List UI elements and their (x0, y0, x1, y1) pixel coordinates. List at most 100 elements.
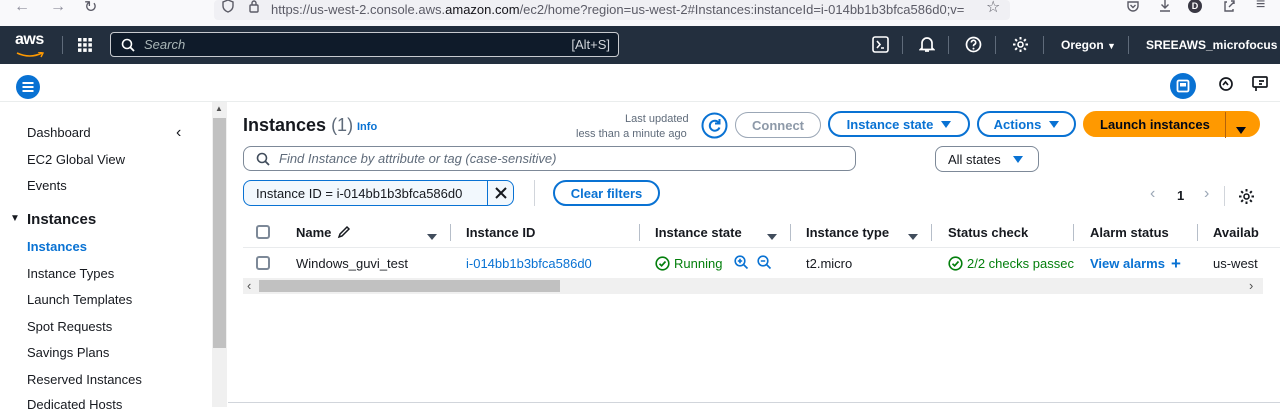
add-alarm-icon[interactable]: + (1171, 254, 1181, 274)
edit-pencil-icon[interactable] (337, 225, 351, 239)
lock-icon[interactable] (247, 0, 261, 13)
table-horizontal-scrollbar[interactable]: ‹ › (243, 278, 1263, 294)
ec2-side-navigation: Dashboard ‹ EC2 Global View Events ▼ Ins… (0, 102, 228, 412)
account-label: SREEAWS_microfocus (1146, 38, 1278, 52)
column-header-instance-state[interactable]: Instance state (655, 225, 742, 240)
find-instance-input[interactable]: Find Instance by attribute or tag (case-… (243, 146, 856, 171)
actions-button[interactable]: Actions (977, 111, 1076, 137)
bookmark-star-icon[interactable]: ☆ (986, 0, 1000, 17)
connect-label: Connect (752, 117, 804, 133)
current-page-number[interactable]: 1 (1177, 188, 1184, 203)
instance-count: (1) (331, 115, 354, 135)
caret-down-icon (941, 120, 952, 128)
column-name-label: Name (296, 225, 332, 240)
aws-smile-logo (16, 52, 44, 58)
zoom-out-icon[interactable] (757, 255, 772, 270)
caret-down-icon: ▼ (1107, 41, 1116, 51)
cloudshell-icon[interactable] (872, 36, 889, 53)
all-states-select[interactable]: All states (935, 146, 1039, 172)
search-input[interactable]: Search [Alt+S] (110, 32, 619, 57)
sidebar-scrollbar[interactable]: ▲ (212, 102, 227, 407)
launch-dropdown-caret-icon[interactable] (1236, 121, 1246, 139)
info-link[interactable]: Info (357, 121, 377, 133)
launch-instances-button[interactable]: Launch instances (1083, 111, 1260, 137)
reload-icon[interactable]: ↻ (84, 0, 97, 17)
search-icon (121, 38, 135, 52)
scroll-up-arrow-icon[interactable]: ▲ (215, 104, 223, 113)
sidebar-item-global-view[interactable]: EC2 Global View (27, 152, 125, 167)
column-header-status-check[interactable]: Status check (948, 225, 1028, 240)
feedback-icon[interactable] (1252, 75, 1270, 93)
side-nav-toggle-icon[interactable] (15, 74, 41, 100)
collapse-chevron-icon[interactable]: ‹ (176, 124, 181, 142)
table-preferences-gear-icon[interactable] (1238, 188, 1255, 205)
services-grid-icon[interactable] (77, 37, 93, 53)
column-header-alarm-status[interactable]: Alarm status (1090, 225, 1169, 240)
share-icon[interactable] (1222, 0, 1236, 13)
sidebar-item-instances[interactable]: Instances (27, 239, 87, 254)
back-icon[interactable]: ← (14, 0, 30, 16)
sidebar-item-spot-requests[interactable]: Spot Requests (27, 319, 112, 334)
sidebar-item-dashboard[interactable]: Dashboard (27, 125, 91, 140)
previous-page-icon[interactable]: ‹ (1150, 185, 1155, 203)
forward-icon[interactable]: → (50, 0, 66, 16)
sort-caret-icon[interactable] (908, 227, 918, 245)
column-header-instance-type[interactable]: Instance type (806, 225, 889, 240)
all-states-label: All states (948, 152, 1001, 167)
sidebar-item-launch-templates[interactable]: Launch Templates (27, 292, 132, 307)
sidebar-item-instance-types[interactable]: Instance Types (27, 266, 114, 281)
tools-panel-icon[interactable] (1169, 72, 1197, 100)
clear-filters-button[interactable]: Clear filters (553, 180, 660, 206)
instance-state-value: Running (674, 256, 723, 271)
recent-activity-icon[interactable] (1218, 76, 1234, 92)
aws-logo[interactable]: aws (15, 31, 44, 49)
search-placeholder: Search (144, 37, 186, 52)
instance-id-link[interactable]: i-014bb1b3bfca586d0 (466, 256, 592, 271)
sidebar-item-reserved-instances[interactable]: Reserved Instances (27, 372, 142, 387)
filter-divider (534, 180, 535, 206)
scroll-left-arrow-icon[interactable]: ‹ (247, 278, 251, 293)
status-check-icon (948, 256, 963, 271)
sidebar-item-events[interactable]: Events (27, 178, 67, 193)
column-header-name[interactable]: Name (296, 225, 331, 240)
row-select-checkbox[interactable] (256, 256, 270, 270)
split-panel-divider (228, 402, 1280, 403)
instance-state-button[interactable]: Instance state (828, 111, 970, 137)
search-icon (256, 152, 270, 166)
page-title-text: Instances (243, 115, 327, 135)
notifications-bell-icon[interactable] (919, 36, 935, 53)
expand-caret-icon[interactable]: ▼ (10, 213, 20, 224)
remove-filter-icon[interactable] (492, 184, 510, 202)
view-alarms-link[interactable]: View alarms (1090, 256, 1165, 271)
next-page-icon[interactable]: › (1204, 185, 1209, 203)
menu-icon[interactable]: ≡ (1256, 0, 1265, 14)
column-header-instance-id[interactable]: Instance ID (466, 225, 535, 240)
settings-gear-icon[interactable] (1012, 36, 1029, 53)
sidebar-section-instances[interactable]: Instances (27, 211, 96, 228)
column-header-availability-zone[interactable]: Availab (1213, 225, 1259, 240)
zoom-in-icon[interactable] (734, 255, 749, 270)
connect-button[interactable]: Connect (735, 112, 821, 138)
account-menu[interactable]: SREEAWS_microfocus ▼ (1146, 38, 1280, 52)
sidebar-scroll-thumb[interactable] (213, 118, 226, 348)
download-icon[interactable] (1158, 0, 1172, 13)
shield-icon[interactable] (221, 0, 235, 13)
pocket-icon[interactable] (1126, 0, 1140, 13)
refresh-icon[interactable] (701, 112, 728, 139)
help-icon[interactable] (965, 36, 982, 53)
sort-caret-icon[interactable] (767, 227, 777, 245)
region-selector[interactable]: Oregon ▼ (1061, 38, 1116, 52)
caret-down-icon (1049, 120, 1060, 128)
sidebar-item-savings-plans[interactable]: Savings Plans (27, 345, 109, 360)
select-all-checkbox[interactable] (256, 225, 270, 239)
filter-token: Instance ID = i-014bb1b3bfca586d0 (243, 180, 514, 206)
actions-label: Actions (993, 116, 1042, 132)
scroll-right-arrow-icon[interactable]: › (1249, 278, 1253, 293)
region-label: Oregon (1061, 38, 1104, 52)
last-updated-value: less than a minute ago (576, 128, 687, 140)
sidebar-item-dedicated-hosts[interactable]: Dedicated Hosts (27, 397, 122, 412)
profile-avatar[interactable]: D (1188, 0, 1202, 13)
table-scroll-thumb[interactable] (259, 280, 560, 292)
sort-caret-icon[interactable] (427, 227, 437, 245)
availability-zone-cell: us-west (1213, 256, 1258, 271)
